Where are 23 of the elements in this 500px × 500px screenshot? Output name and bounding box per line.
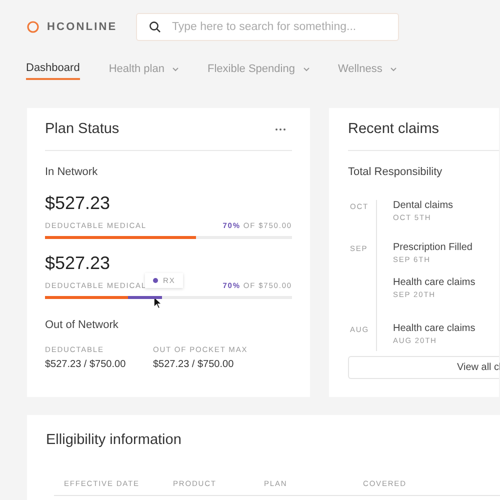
amount-text: $527.23	[45, 253, 112, 274]
more-icon[interactable]	[275, 128, 286, 130]
claim-name: Health care claims	[393, 277, 476, 288]
claim-name: Prescription Filled	[393, 242, 474, 253]
nav-tab[interactable]: Wellness	[338, 54, 398, 80]
brand-name: HCONLINE	[47, 21, 118, 33]
nav-tab[interactable]: Dashboard	[26, 54, 80, 80]
card-title: Elligibility information	[46, 432, 182, 448]
ring-logo-icon	[27, 21, 39, 33]
claim-name: Health care claims	[393, 323, 476, 334]
nav-tab[interactable]: Flexible Spending	[207, 54, 310, 80]
mouse-pointer-icon	[153, 296, 162, 309]
section-heading: Total Responsibility	[348, 166, 444, 178]
card-title: Recent claims	[348, 121, 440, 137]
section-heading: Out of Network	[45, 319, 120, 331]
search-field[interactable]: Type here to search for something...	[136, 13, 399, 41]
nav-tab[interactable]: Health plan	[108, 54, 180, 80]
amount-text: $527.23	[45, 193, 112, 214]
stat-value: $527.23 / $750.00	[45, 359, 127, 370]
stat-value: $527.23 / $750.00	[153, 359, 235, 370]
section-heading: In Network	[45, 166, 99, 178]
claim-name: Dental claims	[393, 200, 454, 211]
card-title: Plan Status	[45, 121, 120, 137]
